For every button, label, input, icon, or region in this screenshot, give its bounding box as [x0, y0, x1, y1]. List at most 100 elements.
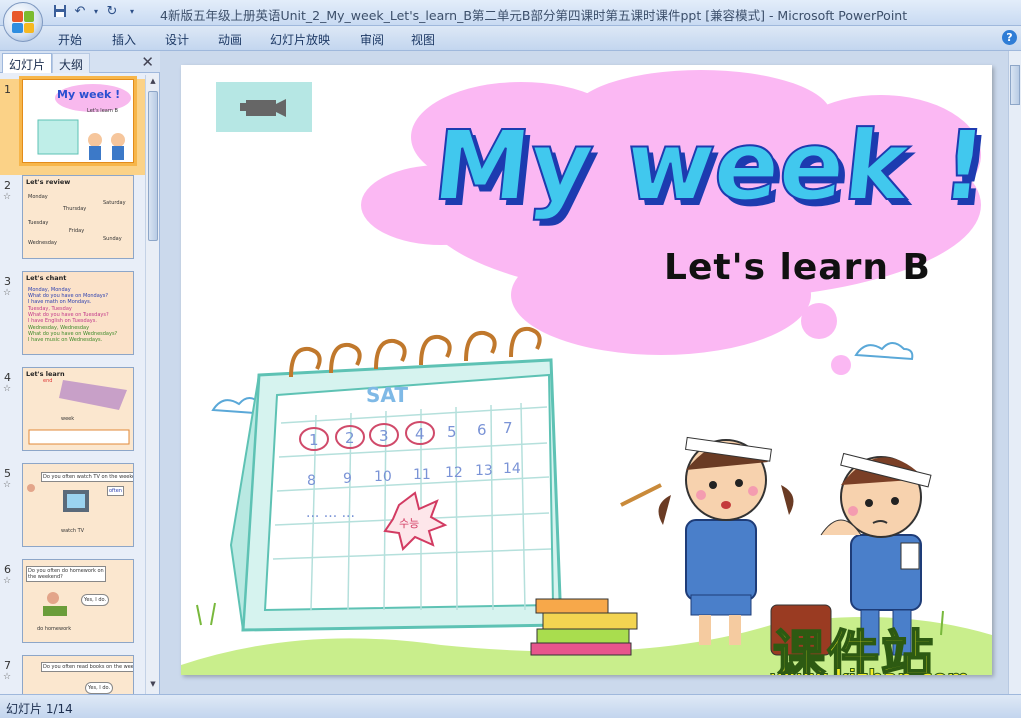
- calendar: SAT 1 2 3 4 5 6 7 8 9 10 11 12 13 14 ...…: [229, 326, 563, 632]
- calendar-day: 5: [447, 423, 457, 441]
- tab-design[interactable]: 设计: [165, 31, 189, 48]
- tab-review[interactable]: 审阅: [360, 31, 384, 48]
- thumbnail-slide-7[interactable]: Do you often read books on the weekend? …: [22, 655, 134, 694]
- list-item[interactable]: 4 ☆ Let's learn end week: [0, 367, 145, 463]
- window-title: 4新版五年级上册英语Unit_2_My_week_Let's_learn_B第二…: [160, 8, 908, 23]
- video-object[interactable]: [216, 82, 312, 132]
- scroll-up-icon[interactable]: ▲: [148, 77, 158, 89]
- calendar-day: 2: [345, 429, 355, 447]
- tab-slides[interactable]: 幻灯片: [2, 53, 53, 73]
- thumbnail-text: Saturday: [103, 200, 126, 206]
- list-item[interactable]: 2 ☆ Let's review Monday Thursday Saturda…: [0, 175, 145, 271]
- thumbnail-text: Friday: [69, 228, 85, 234]
- thumbnail-slide-6[interactable]: Do you often do homework on the weekend?…: [22, 559, 134, 643]
- thumbnail-slide-2[interactable]: Let's review Monday Thursday Saturday Tu…: [22, 175, 134, 259]
- calendar-day: 11: [413, 467, 431, 483]
- thumbnail-title: Let's chant: [26, 274, 67, 282]
- thumbnail-slide-5[interactable]: Do you often watch TV on the weekend? of…: [22, 463, 134, 547]
- thumbnail-slide-4[interactable]: Let's learn end week: [22, 367, 134, 451]
- slides-panel: 幻灯片 大纲 ✕ 1 My week ! Let's learn B 2 ☆ L…: [0, 51, 160, 694]
- thumbnail-number: 1: [4, 83, 11, 96]
- customize-toolbar-icon[interactable]: ▾: [124, 4, 140, 20]
- thumbnail-number: 3: [4, 275, 11, 288]
- panel-tabs: 幻灯片 大纲 ✕: [0, 51, 160, 73]
- thumbnail-text: I have music on Wednesdays.: [28, 337, 103, 343]
- calendar-day: 14: [503, 461, 521, 477]
- office-button[interactable]: [3, 2, 43, 42]
- office-logo-icon: [12, 11, 34, 33]
- transition-icon: ☆: [3, 576, 12, 586]
- book-stack: [530, 598, 638, 656]
- tab-slideshow[interactable]: 幻灯片放映: [270, 31, 330, 48]
- slide-counter: 幻灯片 1/14: [6, 702, 73, 716]
- calendar-day: 4: [415, 425, 425, 443]
- close-icon[interactable]: ✕: [141, 53, 154, 71]
- list-item[interactable]: 3 ☆ Let's chant Monday, Monday What do y…: [0, 271, 145, 367]
- thumbnail-text: Let's learn B: [87, 108, 118, 114]
- status-bar: 幻灯片 1/14: [0, 694, 1021, 718]
- thumbnail-text: do homework: [37, 626, 72, 632]
- thumbnail-text: Monday: [28, 194, 48, 200]
- tab-outline[interactable]: 大纲: [52, 53, 91, 73]
- thumbnail-title: My week !: [57, 88, 121, 101]
- calendar-day: 6: [477, 421, 487, 439]
- tab-view[interactable]: 视图: [411, 31, 435, 48]
- slide-editor: My week ! My week ! SAT 1 2 3 4 5 6 7 8 …: [160, 51, 1008, 694]
- thumbnail-number: 6: [4, 563, 11, 576]
- save-icon[interactable]: [52, 4, 68, 20]
- thumbnail-art: [28, 380, 130, 445]
- calendar-day: 7: [503, 419, 513, 437]
- slide-canvas[interactable]: My week ! My week ! SAT 1 2 3 4 5 6 7 8 …: [181, 65, 992, 675]
- list-item[interactable]: 1 My week ! Let's learn B: [0, 79, 145, 175]
- calendar-stamp: 수능: [399, 517, 419, 530]
- list-item[interactable]: 5 ☆ Do you often watch TV on the weekend…: [0, 463, 145, 559]
- calendar-day: 8: [307, 473, 316, 489]
- transition-icon: ☆: [3, 480, 12, 490]
- tab-insert[interactable]: 插入: [112, 31, 136, 48]
- thumbnail-number: 4: [4, 371, 11, 384]
- calendar-day: 1: [309, 431, 319, 449]
- transition-icon: ☆: [3, 192, 12, 202]
- redo-icon[interactable]: ↻: [104, 4, 120, 20]
- calendar-day: 13: [475, 463, 493, 479]
- undo-dropdown-icon[interactable]: ▾: [88, 4, 104, 20]
- thumbnail-text: Do you often read books on the weekend?: [41, 662, 133, 672]
- thumbnail-title: Let's review: [26, 178, 71, 186]
- thumbnail-number: 7: [4, 659, 11, 672]
- slide-artwork: My week ! My week ! SAT 1 2 3 4 5 6 7 8 …: [181, 70, 992, 675]
- list-item[interactable]: 7 ☆ Do you often read books on the weeke…: [0, 655, 145, 694]
- thumbnail-text: I have math on Mondays.: [28, 299, 92, 305]
- ribbon-tab-bar: 开始 插入 设计 动画 幻灯片放映 审阅 视图 ?: [0, 26, 1021, 51]
- video-camera-icon: [240, 99, 286, 117]
- scroll-thumb[interactable]: [148, 91, 158, 241]
- help-icon[interactable]: ?: [1002, 30, 1017, 45]
- thumbnail-slide-1[interactable]: My week ! Let's learn B: [22, 79, 134, 163]
- transition-icon: ☆: [3, 288, 12, 298]
- thumbnail-text: Tuesday: [28, 220, 49, 226]
- calendar-dots: ... ... ...: [306, 505, 355, 521]
- slide-title: My week !: [429, 110, 992, 222]
- thumbnail-text: week: [61, 416, 75, 422]
- list-item[interactable]: 6 ☆ Do you often do homework on the week…: [0, 559, 145, 655]
- calendar-header: SAT: [366, 383, 408, 407]
- undo-icon[interactable]: ↶: [72, 4, 88, 20]
- thumbnail-number: 5: [4, 467, 11, 480]
- thumbnail-text: Yes, I do.: [85, 682, 114, 694]
- watermark-url: www.kjzhan.com: [769, 666, 969, 676]
- thumbnail-text: I have English on Tuesdays.: [28, 318, 97, 324]
- editor-scrollbar[interactable]: [1008, 51, 1021, 694]
- calendar-day: 10: [374, 469, 392, 485]
- tab-animations[interactable]: 动画: [218, 31, 242, 48]
- girl-character: [620, 436, 794, 645]
- thumbnail-text: watch TV: [61, 528, 85, 534]
- thumbnail-slide-3[interactable]: Let's chant Monday, Monday What do you h…: [22, 271, 134, 355]
- scroll-thumb[interactable]: [1010, 65, 1020, 105]
- title-bar: ↶ ▾ ↻ ▾ 4新版五年级上册英语Unit_2_My_week_Let's_l…: [0, 0, 1021, 42]
- scroll-down-icon[interactable]: ▼: [148, 680, 158, 692]
- calendar-day: 9: [343, 471, 352, 487]
- tab-home[interactable]: 开始: [58, 31, 82, 48]
- calendar-day: 3: [379, 427, 389, 445]
- thumbnail-scrollbar[interactable]: ▲ ▼: [145, 75, 159, 694]
- thumbnail-text: Wednesday: [28, 240, 57, 246]
- thumbnail-number: 2: [4, 179, 11, 192]
